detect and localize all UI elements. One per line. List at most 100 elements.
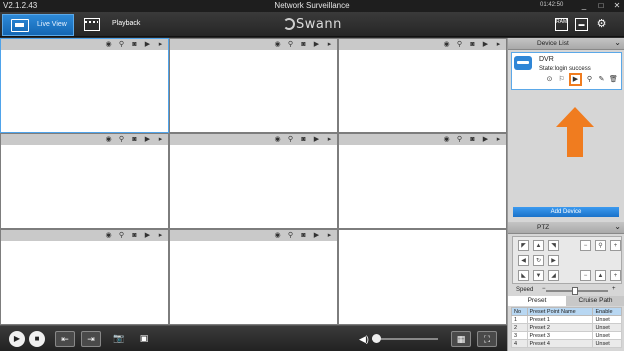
prev-page-button[interactable]: ⇤ bbox=[55, 331, 75, 347]
ptz-left-button[interactable]: ◀ bbox=[518, 255, 529, 266]
video-cell[interactable]: ◉ ⚲ ◙ ▶ ▸ bbox=[0, 229, 169, 325]
zoom-icon[interactable]: ⚲ bbox=[455, 40, 464, 49]
edit-icon[interactable]: ✎ bbox=[597, 75, 606, 84]
zoom-icon[interactable]: ⚲ bbox=[286, 231, 295, 240]
record-icon[interactable]: ◉ bbox=[273, 231, 282, 240]
zoom-icon[interactable]: ⚲ bbox=[117, 231, 126, 240]
settings-icon[interactable]: ⊙ bbox=[545, 75, 554, 84]
ptz-down-left-button[interactable]: ◣ bbox=[518, 270, 529, 281]
video-cell[interactable]: ◉ ⚲ ◙ ▶ ▸ bbox=[0, 133, 169, 229]
ptz-right-button[interactable]: ▶ bbox=[548, 255, 559, 266]
speed-minus-button[interactable]: − bbox=[542, 286, 546, 292]
record-icon[interactable]: ◉ bbox=[104, 231, 113, 240]
layout-grid-button[interactable]: ▦ bbox=[451, 331, 471, 347]
add-device-button[interactable]: Add Device bbox=[513, 207, 619, 217]
video-cell[interactable]: ◉ ⚲ ◙ ▶ ▸ bbox=[169, 133, 338, 229]
snapshot-icon[interactable]: ◙ bbox=[299, 40, 308, 49]
ptz-up-left-button[interactable]: ◤ bbox=[518, 240, 529, 251]
minimize-icon[interactable]: _ bbox=[578, 0, 590, 12]
ptz-header[interactable]: PTZ ⌄ bbox=[508, 222, 624, 234]
video-cell[interactable]: ◉ ⚲ ◙ ▶ ▸ bbox=[338, 133, 507, 229]
ptz-down-button[interactable]: ▼ bbox=[533, 270, 544, 281]
play-icon[interactable]: ▸ bbox=[494, 40, 503, 49]
record-video-icon[interactable]: ▣ bbox=[134, 331, 154, 347]
record-icon[interactable]: ◉ bbox=[104, 40, 113, 49]
table-row[interactable]: 2 Preset 2 Unset bbox=[511, 323, 622, 332]
tab-cruise-path[interactable]: Cruise Path bbox=[566, 296, 624, 306]
zoom-icon[interactable]: ⚲ bbox=[286, 135, 295, 144]
table-row[interactable]: 3 Preset 3 Unset bbox=[511, 331, 622, 340]
video-cell[interactable]: ◉ ⚲ ◙ ▶ ▸ bbox=[0, 38, 169, 133]
video-icon[interactable]: ▶ bbox=[143, 231, 152, 240]
speed-plus-button[interactable]: + bbox=[612, 286, 616, 292]
video-icon[interactable]: ▶ bbox=[481, 135, 490, 144]
tab-preset[interactable]: Preset bbox=[508, 296, 566, 306]
video-icon[interactable]: ▶ bbox=[481, 40, 490, 49]
record-icon[interactable]: ◉ bbox=[104, 135, 113, 144]
video-cell[interactable]: ◉ ⚲ ◙ ▶ ▸ bbox=[169, 38, 338, 133]
next-page-button[interactable]: ⇥ bbox=[81, 331, 101, 347]
ptz-down-right-button[interactable]: ◢ bbox=[548, 270, 559, 281]
speed-slider[interactable] bbox=[546, 287, 608, 295]
play-icon[interactable]: ▸ bbox=[325, 231, 334, 240]
video-icon[interactable]: ▶ bbox=[143, 40, 152, 49]
volume-knob[interactable] bbox=[372, 334, 381, 343]
tab-live-view[interactable]: Live View bbox=[2, 14, 74, 36]
volume-slider[interactable] bbox=[372, 334, 438, 343]
record-icon[interactable]: ◉ bbox=[442, 40, 451, 49]
video-cell[interactable]: ◉ ⚲ ◙ ▶ ▸ bbox=[338, 38, 507, 133]
zoom-icon[interactable]: ⚲ bbox=[117, 135, 126, 144]
zoom-out-button[interactable]: − bbox=[580, 240, 591, 251]
play-icon[interactable]: ▸ bbox=[325, 40, 334, 49]
snapshot-icon[interactable]: ◙ bbox=[468, 135, 477, 144]
close-icon[interactable]: ✕ bbox=[611, 0, 623, 12]
snapshot-icon[interactable]: ◙ bbox=[299, 231, 308, 240]
snapshot-icon[interactable]: ◙ bbox=[130, 231, 139, 240]
chevron-down-icon[interactable]: ⌄ bbox=[614, 38, 621, 47]
play-icon[interactable]: ▸ bbox=[494, 135, 503, 144]
focus-out-button[interactable]: − bbox=[580, 270, 591, 281]
ptz-up-button[interactable]: ▲ bbox=[533, 240, 544, 251]
table-row[interactable]: 4 Preset 4 Unset bbox=[511, 339, 622, 348]
video-icon[interactable]: ▶ bbox=[312, 135, 321, 144]
ptz-up-right-button[interactable]: ◥ bbox=[548, 240, 559, 251]
zoom-icon[interactable]: ⚲ bbox=[117, 40, 126, 49]
zoom-icon[interactable]: ⚲ bbox=[455, 135, 464, 144]
zoom-icon[interactable]: ⚲ bbox=[286, 40, 295, 49]
snapshot-icon[interactable]: ◙ bbox=[468, 40, 477, 49]
device-item[interactable]: DVR State:login success ⊙ ⚐ ▶ ⚲ ✎ 🗑 bbox=[511, 52, 622, 90]
play-icon[interactable]: ▸ bbox=[156, 40, 165, 49]
fullscreen-button[interactable]: ⛶ bbox=[477, 331, 497, 347]
snapshot-icon[interactable]: ◙ bbox=[299, 135, 308, 144]
gear-icon[interactable]: ⚙ bbox=[595, 18, 608, 31]
snapshot-icon[interactable]: ◙ bbox=[130, 135, 139, 144]
video-icon[interactable]: ▶ bbox=[312, 231, 321, 240]
record-icon[interactable]: ◉ bbox=[273, 40, 282, 49]
tab-playback[interactable]: Playback bbox=[80, 14, 155, 36]
play-icon[interactable]: ▸ bbox=[325, 135, 334, 144]
video-cell[interactable] bbox=[338, 229, 507, 325]
focus-in-button[interactable]: + bbox=[610, 270, 621, 281]
video-icon[interactable]: ▶ bbox=[312, 40, 321, 49]
stop-all-button[interactable]: ■ bbox=[29, 331, 45, 347]
record-icon[interactable]: ◉ bbox=[273, 135, 282, 144]
screen-icon[interactable]: ▬ bbox=[575, 18, 588, 31]
device-list-header[interactable]: Device List ⌄ bbox=[508, 38, 624, 50]
delete-icon[interactable]: 🗑 bbox=[609, 75, 618, 84]
video-icon[interactable]: ▶ bbox=[143, 135, 152, 144]
ptz-auto-button[interactable]: ↻ bbox=[533, 255, 544, 266]
volume-icon[interactable]: ◀) bbox=[359, 334, 369, 345]
table-row[interactable]: 1 Preset 1 Unset bbox=[511, 315, 622, 324]
maximize-icon[interactable]: □ bbox=[595, 0, 607, 12]
speed-knob[interactable] bbox=[572, 287, 578, 295]
play-device-icon[interactable]: ▶ bbox=[569, 73, 582, 86]
camera-icon[interactable]: ⚐ bbox=[557, 75, 566, 84]
chevron-down-icon[interactable]: ⌄ bbox=[614, 222, 621, 231]
play-icon[interactable]: ▸ bbox=[156, 135, 165, 144]
ram-icon[interactable]: RAM bbox=[555, 18, 568, 31]
search-icon[interactable]: ⚲ bbox=[585, 75, 594, 84]
record-icon[interactable]: ◉ bbox=[442, 135, 451, 144]
snapshot-icon[interactable]: 📷 bbox=[109, 331, 129, 347]
play-all-button[interactable]: ▶ bbox=[9, 331, 25, 347]
play-icon[interactable]: ▸ bbox=[156, 231, 165, 240]
